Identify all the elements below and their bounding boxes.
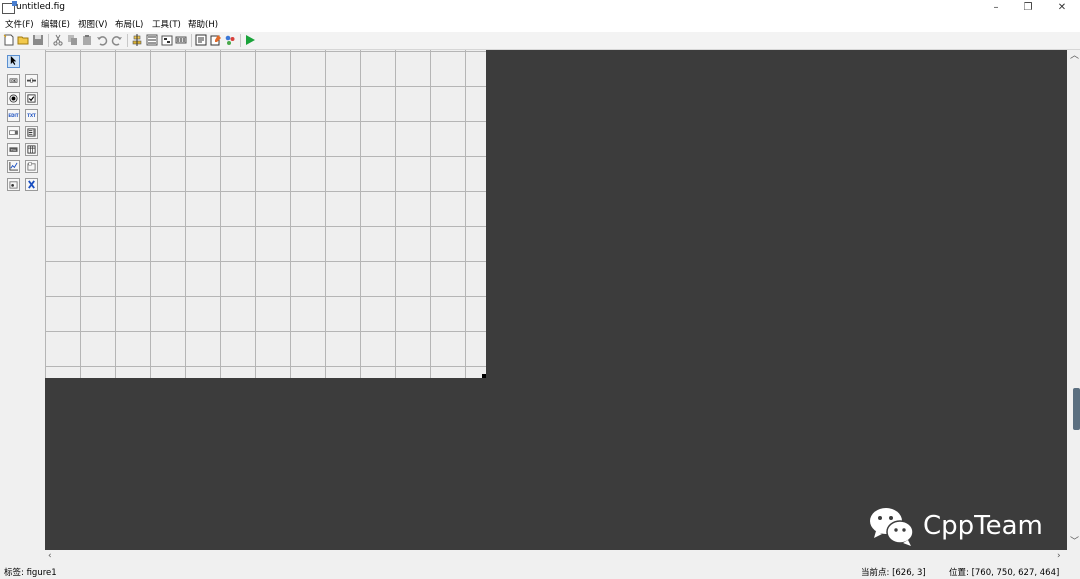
button-group-tool[interactable] [7,178,20,191]
panel-tool[interactable] [25,160,38,173]
arrow-cursor-icon [10,56,17,65]
watermark-text: CppTeam [923,511,1043,541]
toolbar-separator [191,34,192,47]
toolbar [0,32,1080,50]
checkbox-tool[interactable] [25,92,38,105]
tab-order-icon[interactable] [161,34,173,46]
watermark: CppTeam [868,505,1048,549]
menu-editor-icon[interactable] [146,34,158,46]
editor-icon[interactable] [195,34,207,46]
status-bar: 标签: figure1 当前点: [626, 3] 位置: [760, 750,… [0,563,1080,579]
checkbox-icon [27,94,36,103]
minimize-button[interactable]: – [981,1,1011,15]
scroll-left-icon[interactable]: ‹ [48,552,52,561]
menu-edit[interactable]: 编辑(E) [41,18,70,30]
edit-text-tool[interactable]: EDIT [7,109,20,122]
toggle-button-icon: TGL [9,147,18,152]
panel-icon [27,162,36,171]
restore-button[interactable]: ❐ [1013,1,1043,15]
cut-icon[interactable] [52,34,64,46]
static-text-tool[interactable]: TXT [25,109,38,122]
toolbar-editor-icon[interactable] [175,34,187,46]
button-group-icon [9,181,18,189]
svg-text:TGL: TGL [10,148,17,152]
open-file-icon[interactable] [17,34,29,46]
title-bar: untitled.fig – ❐ ✕ [0,0,1080,16]
run-icon[interactable] [244,34,256,46]
scroll-up-icon[interactable]: ︿ [1070,52,1079,61]
edit-text-icon: EDIT [8,113,19,118]
menu-tools[interactable]: 工具(T) [152,18,181,30]
window-title: untitled.fig [16,2,65,12]
scroll-right-icon[interactable]: › [1057,552,1061,561]
status-position: 位置: [760, 750, 627, 464] [949,568,1060,578]
select-tool[interactable] [7,55,20,68]
menu-bar: 文件(F) 编辑(E) 视图(V) 布局(L) 工具(T) 帮助(H) [0,16,1080,32]
status-tag: 标签: figure1 [4,568,57,578]
popup-menu-tool[interactable] [7,126,20,139]
copy-icon[interactable] [67,34,79,46]
activex-tool[interactable] [25,178,38,191]
push-button-tool[interactable]: OK [7,74,20,87]
menu-view[interactable]: 视图(V) [78,18,107,30]
axes-icon [9,162,18,171]
save-icon[interactable] [32,34,44,46]
object-browser-icon[interactable] [224,34,236,46]
redo-icon[interactable] [111,34,123,46]
new-file-icon[interactable] [3,34,15,46]
menu-layout[interactable]: 布局(L) [115,18,143,30]
undo-icon[interactable] [96,34,108,46]
vertical-scroll-thumb[interactable] [1073,388,1080,430]
vertical-scrollbar[interactable]: ︿ ﹀ [1067,50,1080,550]
status-current-point: 当前点: [626, 3] [861,568,926,578]
toolbar-separator [240,34,241,47]
radio-button-icon [9,94,18,103]
popup-menu-icon [9,130,18,135]
menu-file[interactable]: 文件(F) [5,18,34,30]
radio-button-tool[interactable] [7,92,20,105]
toggle-button-tool[interactable]: TGL [7,143,20,156]
property-inspector-icon[interactable] [210,34,222,46]
menu-help[interactable]: 帮助(H) [188,18,218,30]
axes-tool[interactable] [7,160,20,173]
toolbar-separator [127,34,128,47]
activex-icon [28,180,35,189]
push-button-icon: OK [9,78,18,83]
close-button[interactable]: ✕ [1047,1,1077,15]
wechat-icon [870,508,914,546]
toolbar-separator [48,34,49,47]
scroll-down-icon[interactable]: ﹀ [1070,538,1079,547]
table-tool[interactable] [25,143,38,156]
slider-icon [27,78,36,83]
listbox-icon [27,128,36,137]
component-palette: OK EDIT TXT TGL [0,50,44,550]
static-text-icon: TXT [27,113,36,118]
align-icon[interactable] [131,34,143,46]
table-icon [27,145,36,154]
figure-resize-handle[interactable] [482,374,486,378]
listbox-tool[interactable] [25,126,38,139]
figure-canvas[interactable] [45,50,486,378]
guide-app-icon [2,1,17,14]
horizontal-scrollbar[interactable]: ‹ › [45,550,1067,563]
paste-icon[interactable] [81,34,93,46]
slider-tool[interactable] [25,74,38,87]
